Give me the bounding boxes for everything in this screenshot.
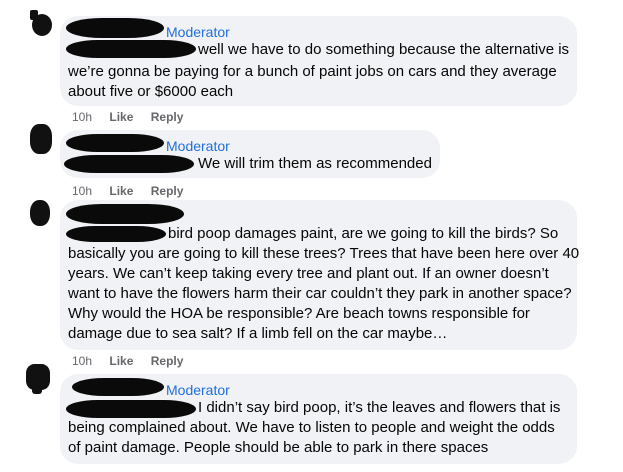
comment-text-line: well we have to do something because the… [198,41,570,58]
comment-text-line: I didn’t say bird poop, it’s the leaves … [198,399,561,416]
comment-text-line: bird poop damages paint, are we going to… [168,225,559,242]
reply-button[interactable]: Reply [151,354,184,368]
avatar-redaction-mark [30,10,38,20]
comment-actions: 10h Like Reply [72,184,197,198]
like-button[interactable]: Like [109,354,133,368]
author-name-redacted[interactable] [66,204,184,224]
comment-bubble: I didn’t say bird poop, it’s the leaves … [60,374,577,464]
comment-text-line: of paint damage. People should be able t… [68,439,489,456]
timestamp[interactable]: 10h [72,184,92,198]
author-name-redacted[interactable] [66,18,164,38]
comment-bubble: bird poop damages paint, are we going to… [60,200,580,350]
comment-bubble: We will trim them as recommended [60,130,440,178]
comment-actions: 10h Like Reply [72,354,197,368]
reply-button[interactable]: Reply [151,184,184,198]
mention-redacted[interactable] [66,40,196,58]
author-name-redacted[interactable] [72,378,164,396]
comment-text-line: basically you are going to kill these tr… [68,245,580,262]
reply-button[interactable]: Reply [151,110,184,124]
moderator-badge: Moderator [166,138,230,154]
comment-text-line: want to have the flowers harm their car … [68,285,572,302]
comment-text-line: Why would the HOA be responsible? Are be… [68,305,530,322]
timestamp[interactable]: 10h [72,110,92,124]
like-button[interactable]: Like [109,184,133,198]
comment-text-line: damage due to sea salt? If a limb fell o… [68,325,448,342]
moderator-badge: Moderator [166,382,230,398]
moderator-badge: Moderator [166,24,230,40]
avatar[interactable] [30,124,52,154]
mention-redacted[interactable] [64,155,194,173]
comment-actions: 10h Like Reply [72,110,197,124]
avatar[interactable] [30,200,50,226]
comment-text-line: We will trim them as recommended [198,155,432,172]
mention-redacted[interactable] [66,226,166,242]
timestamp[interactable]: 10h [72,354,92,368]
comment-text-line: we’re gonna be paying for a bunch of pai… [68,63,557,80]
comment-bubble: well we have to do something because the… [60,16,577,106]
mention-redacted[interactable] [66,400,196,418]
avatar-redaction-mark [32,386,42,394]
comment-text-line: about five or $6000 each [68,83,234,100]
author-name-redacted[interactable] [66,134,164,152]
comment-text-line: years. We can’t keep taking every tree a… [68,265,549,282]
comment-text-line: being complained about. We have to liste… [68,419,555,436]
like-button[interactable]: Like [109,110,133,124]
